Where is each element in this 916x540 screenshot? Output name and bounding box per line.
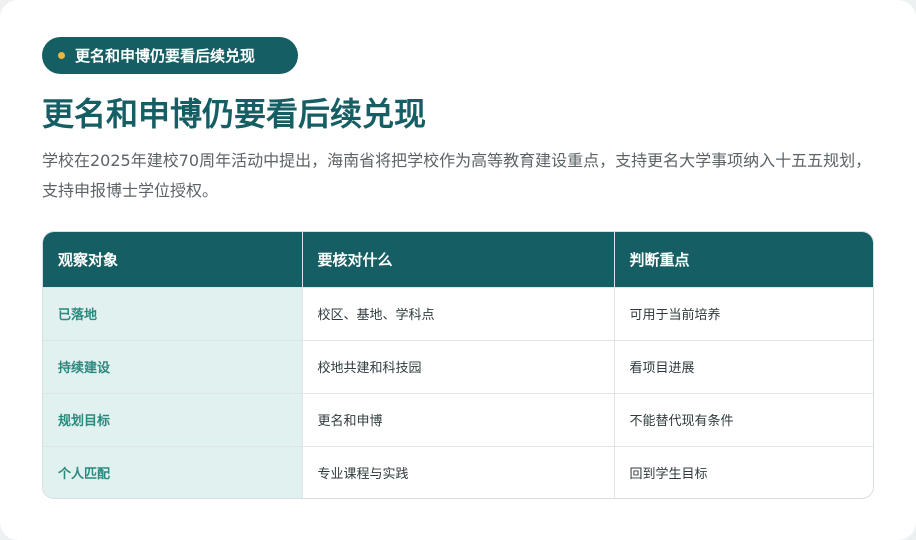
column-header-check: 要核对什么 (302, 232, 615, 287)
table-row: 持续建设 校地共建和科技园 看项目进展 (43, 339, 873, 393)
description-text: 学校在2025年建校70周年活动中提出，海南省将把学校作为高等教育建设重点，支持… (42, 151, 872, 200)
table-cell: 校区、基地、学科点 (302, 286, 615, 340)
table-cell: 更名和申博 (302, 392, 615, 446)
column-header-focus: 判断重点 (614, 232, 873, 287)
table-cell: 校地共建和科技园 (302, 339, 615, 393)
comparison-table: 观察对象 要核对什么 判断重点 已落地 校区、基地、学科点 可用于当前培养 持续… (42, 231, 874, 499)
table-cell: 可用于当前培养 (614, 286, 873, 340)
page-title: 更名和申博仍要看后续兑现 (42, 95, 427, 133)
row-label: 规划目标 (43, 392, 303, 446)
table-cell: 不能替代现有条件 (614, 392, 873, 446)
table-cell: 看项目进展 (614, 339, 873, 393)
table-row: 已落地 校区、基地、学科点 可用于当前培养 (43, 286, 873, 340)
table-cell: 专业课程与实践 (302, 445, 615, 498)
badge-label: 更名和申博仍要看后续兑现 (75, 47, 256, 65)
row-label: 持续建设 (43, 339, 303, 393)
table-row: 个人匹配 专业课程与实践 回到学生目标 (43, 445, 873, 498)
row-label: 个人匹配 (43, 445, 303, 498)
table-cell: 回到学生目标 (614, 445, 873, 498)
section-badge: 更名和申博仍要看后续兑现 (42, 37, 298, 74)
badge-dot-icon (58, 52, 65, 59)
table-row: 规划目标 更名和申博 不能替代现有条件 (43, 392, 873, 446)
column-header-observe: 观察对象 (43, 232, 303, 287)
row-label: 已落地 (43, 286, 303, 340)
table-header-row: 观察对象 要核对什么 判断重点 (43, 232, 873, 287)
content-card: 更名和申博仍要看后续兑现 更名和申博仍要看后续兑现 学校在2025年建校70周年… (0, 0, 916, 540)
